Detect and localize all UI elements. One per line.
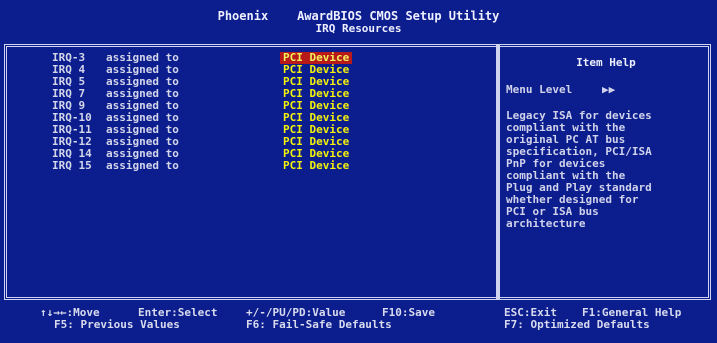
menu-level-label: Menu Level [506, 83, 573, 96]
irq-value-field[interactable]: PCI Device [280, 160, 352, 172]
key-optimized: F7: Optimized Defaults [504, 318, 650, 331]
key-previous: F5: Previous Values [54, 318, 180, 331]
header: Phoenix AwardBIOS CMOS Setup Utility IRQ… [0, 0, 717, 44]
assigned-to-text: assigned to [106, 159, 179, 172]
menu-level-arrow-icon: ▶▶ [602, 83, 616, 96]
panel-divider [496, 44, 500, 300]
menu-level: Menu Level ▶▶ [506, 83, 706, 96]
page-title: IRQ Resources [315, 21, 402, 35]
settings-list: IRQ-3 assigned to PCI Device IRQ 4 assigned … [52, 52, 353, 172]
item-help-title: Item Help [576, 56, 636, 69]
irq-setting-row[interactable]: IRQ 15 assigned to PCI Device [52, 160, 352, 172]
item-help-panel: Item Help Menu Level ▶▶ Legacy ISA for d… [506, 56, 706, 230]
key-failsafe: F6: Fail-Safe Defaults [246, 318, 392, 331]
help-text: Legacy ISA for devices compliant with th… [506, 109, 652, 230]
key-legend: ↑↓→←:Move Enter:Select +/-/PU/PD:Value F… [0, 306, 717, 343]
bios-screen: Phoenix AwardBIOS CMOS Setup Utility IRQ… [0, 0, 717, 343]
irq-label: IRQ 15 [52, 159, 92, 172]
utility-title: Phoenix AwardBIOS CMOS Setup Utility [217, 8, 500, 23]
